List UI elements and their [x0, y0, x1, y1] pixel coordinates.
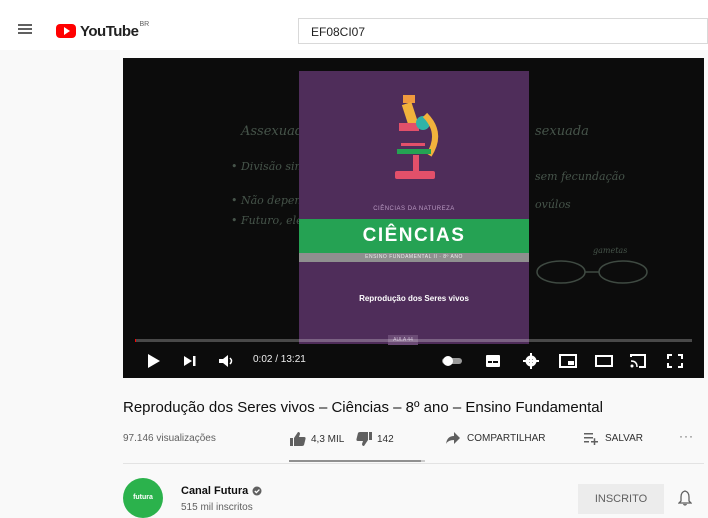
view-count: 97.146 visualizações	[123, 433, 216, 444]
channel-name: Canal Futura	[181, 485, 249, 497]
volume-icon[interactable]	[218, 354, 236, 368]
like-ratio-bar	[289, 460, 425, 462]
time-display: 0:02 / 13:21	[253, 354, 306, 365]
like-button[interactable]: 4,3 MIL	[289, 431, 344, 447]
search-value: EF08CI07	[311, 25, 366, 39]
more-actions-icon[interactable]: ···	[679, 429, 694, 443]
subtitles-icon[interactable]	[485, 354, 501, 368]
cell-sketch-icon	[536, 260, 648, 284]
subscribed-button[interactable]: INSCRITO	[578, 484, 664, 514]
dislike-count: 142	[377, 433, 394, 445]
autoplay-toggle-icon[interactable]	[441, 355, 463, 367]
background-note: ovúlos	[535, 198, 571, 211]
share-button[interactable]: COMPARTILHAR	[445, 431, 546, 445]
youtube-logo[interactable]: YouTube BR	[56, 21, 150, 40]
next-icon[interactable]	[183, 355, 197, 367]
thumbs-up-icon	[290, 432, 306, 446]
like-count: 4,3 MIL	[311, 433, 345, 445]
settings-gear-icon[interactable]	[523, 353, 539, 369]
miniplayer-icon[interactable]	[559, 354, 577, 368]
progress-bar[interactable]	[135, 339, 692, 342]
share-arrow-icon	[446, 432, 460, 444]
lesson-title: Reprodução dos Seres vivos	[359, 294, 469, 303]
like-ratio-fill	[289, 460, 421, 462]
progress-fill	[135, 339, 137, 342]
fullscreen-icon[interactable]	[667, 354, 683, 368]
menu-icon[interactable]	[18, 24, 32, 34]
background-note: • Futuro, ele	[231, 214, 303, 227]
grade-banner: ENSINO FUNDAMENTAL II · 8º ANO	[299, 253, 529, 262]
channel-name-row[interactable]: Canal Futura	[181, 485, 262, 497]
subject-banner: CIÊNCIAS	[299, 219, 529, 253]
channel-avatar[interactable]: futura	[123, 478, 163, 518]
dislike-button[interactable]: 142	[355, 431, 394, 447]
subscriber-count: 515 mil inscritos	[181, 502, 253, 513]
save-label: SALVAR	[605, 432, 643, 444]
collection-label: CIÊNCIAS DA NATUREZA	[373, 206, 455, 212]
video-title: Reprodução dos Seres vivos – Ciências – …	[123, 399, 603, 416]
region-code: BR	[139, 21, 150, 28]
add-to-playlist-icon	[584, 433, 598, 445]
background-note: sem fecundação	[535, 170, 625, 183]
video-player[interactable]: Assexuada • Divisão simples • Não depend…	[123, 58, 704, 378]
top-bar: YouTube BR EF08CI07	[0, 0, 708, 50]
video-meta: 97.146 visualizações 4,3 MIL 142 COMPART…	[123, 429, 704, 462]
share-label: COMPARTILHAR	[467, 432, 546, 444]
verified-check-icon	[252, 486, 262, 496]
play-icon[interactable]	[147, 353, 161, 369]
save-button[interactable]: SALVAR	[583, 431, 643, 445]
player-controls: 0:02 / 13:21	[123, 344, 704, 378]
background-note: sexuada	[535, 124, 589, 139]
divider	[123, 463, 704, 464]
cast-icon[interactable]	[629, 353, 647, 369]
youtube-play-icon	[56, 24, 76, 38]
logo-text: YouTube	[80, 22, 139, 40]
thumbs-down-icon	[356, 432, 372, 446]
theater-mode-icon[interactable]	[595, 355, 613, 367]
notification-bell-icon[interactable]	[678, 490, 692, 506]
search-input[interactable]: EF08CI07	[298, 18, 708, 44]
lesson-card: CIÊNCIAS DA NATUREZA CIÊNCIAS ENSINO FUN…	[299, 71, 529, 345]
microscope-icon	[395, 95, 438, 179]
